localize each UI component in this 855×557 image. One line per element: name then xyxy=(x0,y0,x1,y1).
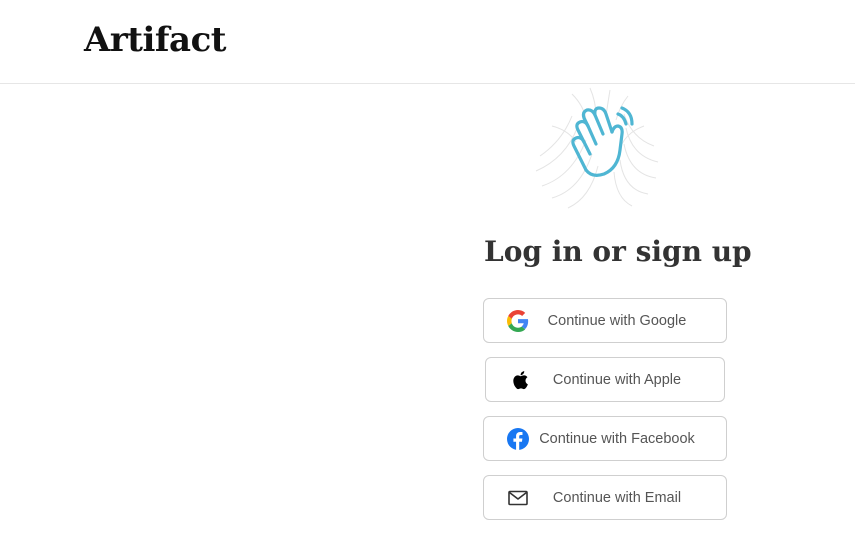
continue-with-google-button[interactable]: Continue with Google xyxy=(483,298,727,343)
google-button-label: Continue with Google xyxy=(547,312,687,329)
page-title: Log in or sign up xyxy=(484,235,752,268)
email-button-label: Continue with Email xyxy=(552,489,682,506)
continue-with-email-button[interactable]: Continue with Email xyxy=(483,475,727,520)
continue-with-apple-button[interactable]: Continue with Apple xyxy=(485,357,725,402)
waving-hand-illustration xyxy=(532,86,662,214)
artifact-logo[interactable]: Artifact xyxy=(84,18,226,62)
facebook-button-label: Continue with Facebook xyxy=(539,430,695,447)
top-bar: Artifact xyxy=(0,0,855,84)
waving-hand-icon xyxy=(535,87,659,209)
apple-button-label: Continue with Apple xyxy=(552,371,682,388)
continue-with-facebook-button[interactable]: Continue with Facebook xyxy=(483,416,727,461)
